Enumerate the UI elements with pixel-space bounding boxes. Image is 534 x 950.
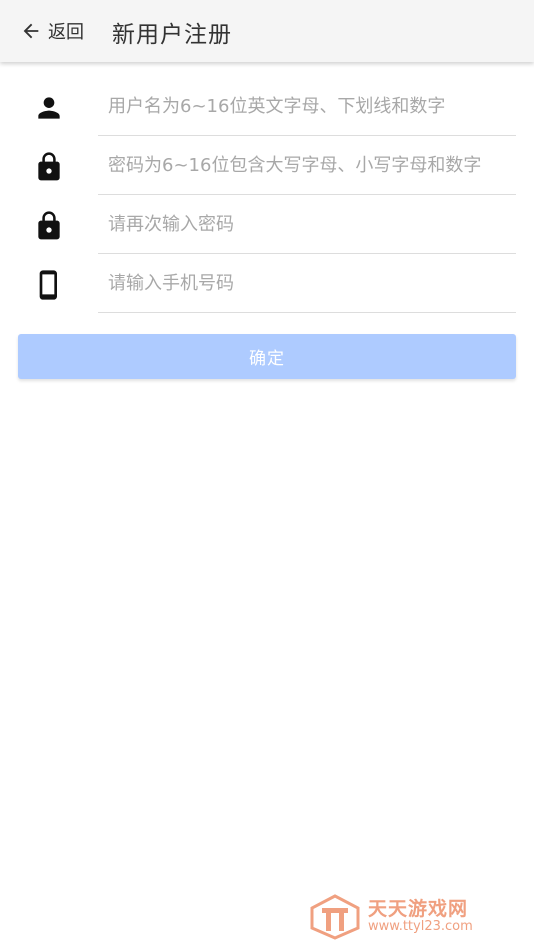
back-label: 返回 [48, 22, 84, 43]
phone-input[interactable] [98, 255, 516, 313]
password-row [0, 137, 534, 196]
confirm-button[interactable]: 确定 [18, 334, 516, 379]
lock-icon [38, 152, 60, 181]
username-input[interactable] [98, 78, 516, 136]
watermark: 天天游戏网 www.ttyl23.com [310, 894, 510, 944]
username-row [0, 78, 534, 137]
confirm-password-input[interactable] [98, 196, 516, 254]
watermark-url: www.ttyl23.com [368, 919, 473, 934]
confirm-password-row [0, 196, 534, 255]
arrow-left-icon [23, 23, 39, 39]
page-title: 新用户注册 [112, 22, 232, 48]
phone-icon [39, 270, 57, 300]
top-bar: 返回 新用户注册 [0, 0, 534, 62]
person-icon [38, 97, 60, 119]
lock-icon [38, 211, 60, 240]
phone-row [0, 255, 534, 314]
register-form [0, 78, 534, 314]
watermark-logo-icon [310, 894, 360, 940]
back-button[interactable]: 返回 [20, 14, 84, 48]
register-page: 返回 新用户注册 用户名为6~16位英文字母、下划线和数字 请输入手机号码 确定… [0, 0, 534, 950]
password-input[interactable] [98, 137, 516, 195]
watermark-name: 天天游戏网 [368, 898, 469, 920]
